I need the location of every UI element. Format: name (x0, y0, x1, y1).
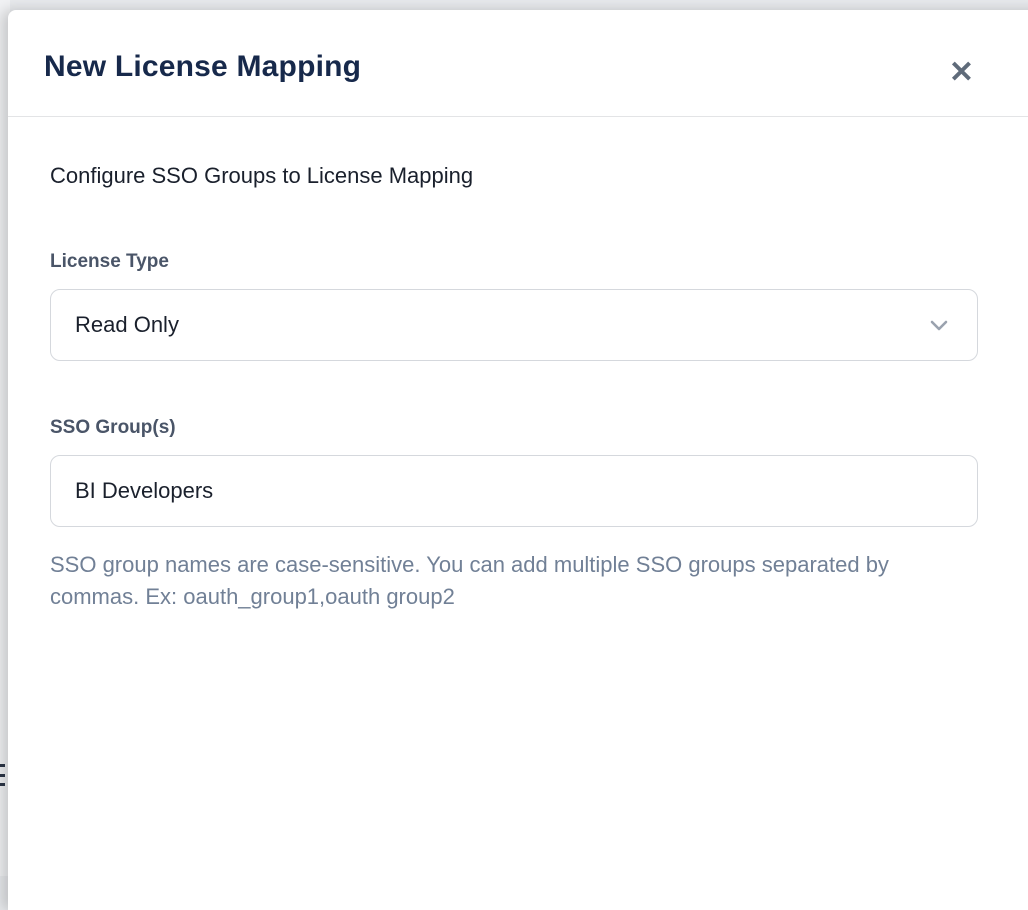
sso-groups-help-text: SSO group names are case-sensitive. You … (50, 549, 900, 613)
sso-groups-input[interactable] (50, 455, 978, 527)
license-type-select[interactable]: Read Only (50, 289, 978, 361)
sso-groups-label: SSO Group(s) (50, 417, 994, 439)
modal-subtitle: Configure SSO Groups to License Mapping (50, 163, 994, 189)
close-icon[interactable]: ✕ (945, 54, 978, 92)
modal-title: New License Mapping (44, 50, 1004, 84)
modal-header: New License Mapping ✕ (8, 10, 1028, 117)
modal-body: Configure SSO Groups to License Mapping … (8, 117, 1028, 613)
chevron-down-icon (927, 313, 951, 337)
background-content-artifact (0, 762, 5, 788)
new-license-mapping-modal: New License Mapping ✕ Configure SSO Grou… (8, 10, 1028, 910)
license-type-label: License Type (50, 251, 994, 273)
license-type-selected-value: Read Only (75, 312, 179, 338)
